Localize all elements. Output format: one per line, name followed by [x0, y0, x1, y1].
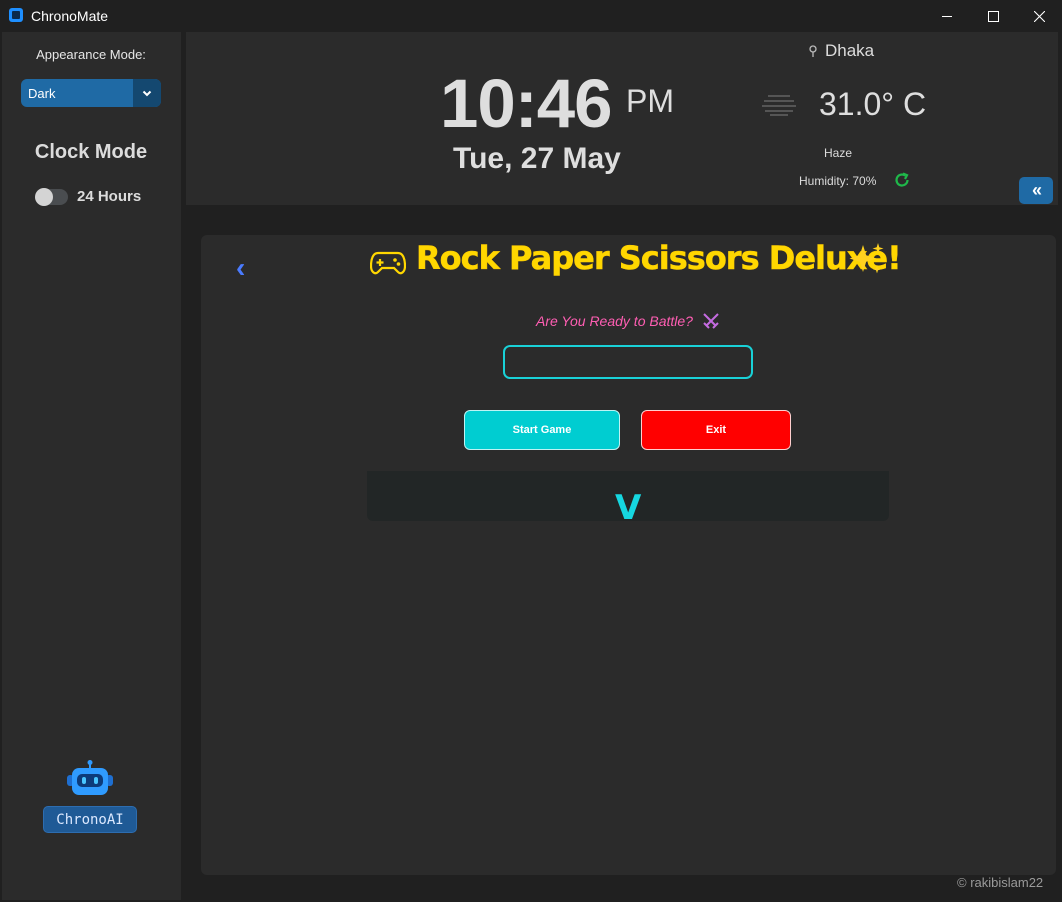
weather-condition: Haze — [824, 146, 853, 160]
pin-icon — [809, 45, 817, 57]
maximize-button[interactable] — [970, 0, 1016, 32]
player-name-input[interactable] — [503, 345, 753, 379]
weather-humidity: Humidity: 70% — [799, 174, 877, 188]
maximize-icon — [987, 10, 999, 22]
chronoai-button[interactable]: ChronoAI — [43, 806, 137, 833]
appearance-dropdown-button[interactable] — [133, 79, 161, 107]
clock-mode-toggle-label: 24 Hours — [77, 188, 142, 205]
window-title: ChronoMate — [31, 8, 109, 24]
start-game-button[interactable]: Start Game — [464, 410, 620, 450]
appearance-mode-label: Appearance Mode: — [36, 47, 146, 62]
close-icon — [1033, 10, 1045, 22]
clock-header — [186, 32, 1058, 205]
clock-date: Tue, 27 May — [453, 142, 621, 175]
swords-icon — [703, 313, 719, 329]
minimize-icon — [942, 15, 952, 17]
app-icon — [9, 8, 23, 22]
expand-down-icon[interactable]: V — [615, 488, 641, 528]
haze-icon — [762, 95, 796, 116]
back-icon[interactable]: ‹ — [236, 252, 245, 284]
collapse-header-button[interactable]: ‹‹ — [1019, 177, 1053, 204]
copyright-text: © rakibislam22 — [957, 875, 1044, 890]
clock-time: 10:46 — [440, 65, 612, 142]
weather-temperature: 31.0° C — [819, 86, 927, 122]
exit-button[interactable]: Exit — [641, 410, 791, 450]
minimize-button[interactable] — [924, 0, 970, 32]
sparkles-icon — [849, 243, 884, 274]
clock-mode-title: Clock Mode — [34, 141, 148, 163]
robot-icon — [67, 760, 113, 795]
toggle-knob[interactable] — [35, 188, 53, 206]
weather-city: Dhaka — [825, 41, 875, 60]
chevron-down-icon — [142, 90, 152, 96]
gamepad-icon — [370, 251, 406, 275]
refresh-icon[interactable] — [893, 171, 911, 189]
title-bar — [0, 0, 1062, 32]
appearance-mode-value[interactable]: Dark — [28, 86, 55, 101]
battle-prompt: Are You Ready to Battle? — [536, 313, 693, 329]
clock-ampm: PM — [626, 83, 674, 119]
collapse-icon: ‹‹ — [1032, 180, 1042, 200]
close-button[interactable] — [1016, 0, 1062, 32]
game-title: Rock Paper Scissors Deluxe! — [416, 239, 902, 278]
